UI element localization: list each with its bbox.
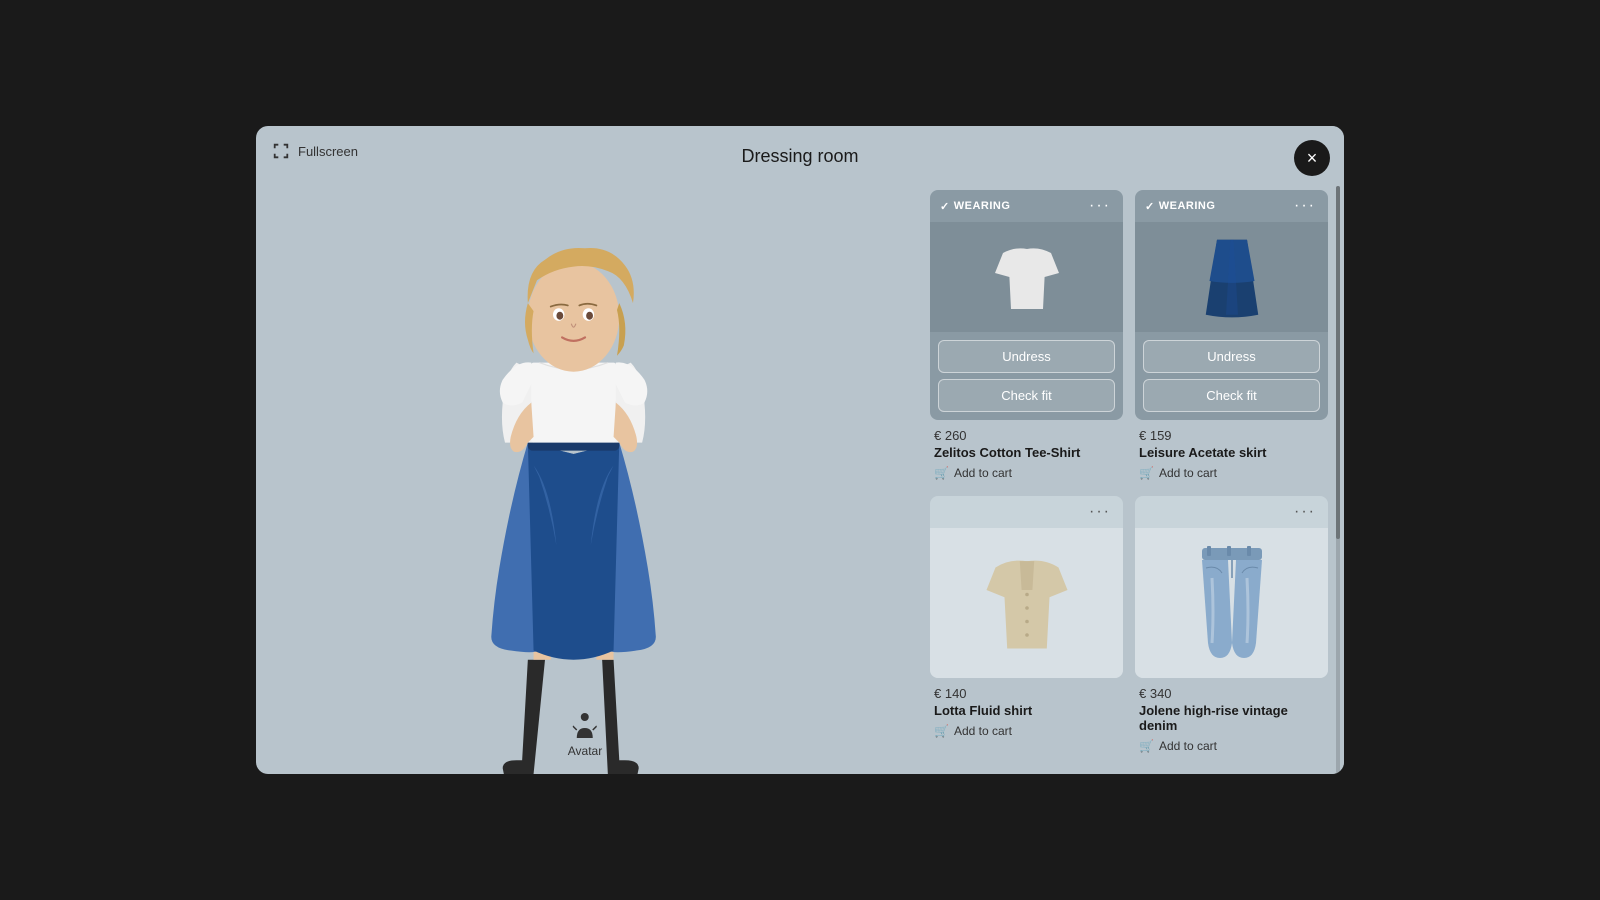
- undress-button-1[interactable]: Undress: [938, 340, 1115, 373]
- item-info-1: € 260 Zelitos Cotton Tee-Shirt 🛒 Add to …: [930, 420, 1123, 484]
- check-icon-1: ✓: [940, 200, 950, 213]
- cart-icon-4: 🛒: [1139, 739, 1154, 753]
- add-to-cart-button-1[interactable]: 🛒 Add to cart: [934, 466, 1012, 480]
- more-button-2[interactable]: ···: [1292, 198, 1318, 214]
- item-card-1: ✓ WEARING ··· Undress Check fit: [930, 190, 1123, 484]
- add-to-cart-button-2[interactable]: 🛒 Add to cart: [1139, 466, 1217, 480]
- close-button[interactable]: ×: [1294, 140, 1330, 176]
- add-to-cart-button-4[interactable]: 🛒 Add to cart: [1139, 739, 1217, 753]
- more-button-4[interactable]: ···: [1292, 504, 1318, 520]
- avatar-svg: [425, 214, 745, 774]
- check-fit-button-1[interactable]: Check fit: [938, 379, 1115, 412]
- item-name-3: Lotta Fluid shirt: [934, 703, 1119, 718]
- avatar-icon: [573, 710, 597, 740]
- item-price-2: € 159: [1139, 428, 1324, 443]
- avatar-label-container: Avatar: [568, 710, 602, 758]
- card-header-1: ✓ WEARING ···: [930, 190, 1123, 222]
- check-fit-button-2[interactable]: Check fit: [1143, 379, 1320, 412]
- add-to-cart-label-4: Add to cart: [1159, 739, 1217, 753]
- item-image-2: [1135, 222, 1328, 332]
- add-to-cart-label-3: Add to cart: [954, 724, 1012, 738]
- undress-button-2[interactable]: Undress: [1143, 340, 1320, 373]
- wearing-label-2: WEARING: [1159, 200, 1216, 212]
- cart-icon-2: 🛒: [1139, 466, 1154, 480]
- right-panel[interactable]: ✓ WEARING ··· Undress Check fit: [914, 126, 1344, 774]
- scroll-track[interactable]: [1336, 186, 1340, 774]
- item-info-3: € 140 Lotta Fluid shirt 🛒 Add to cart: [930, 678, 1123, 742]
- wearing-badge-1: ✓ WEARING: [940, 200, 1010, 213]
- item-price-1: € 260: [934, 428, 1119, 443]
- item-image-4: [1135, 528, 1328, 678]
- add-to-cart-label-2: Add to cart: [1159, 466, 1217, 480]
- items-grid: ✓ WEARING ··· Undress Check fit: [930, 190, 1328, 757]
- avatar-text-label: Avatar: [568, 744, 602, 758]
- cart-icon-3: 🛒: [934, 724, 949, 738]
- wearing-card-1: ✓ WEARING ··· Undress Check fit: [930, 190, 1123, 420]
- item-card-3: ···: [930, 496, 1123, 757]
- more-button-3[interactable]: ···: [1087, 504, 1113, 520]
- card-4: ···: [1135, 496, 1328, 678]
- item-price-3: € 140: [934, 686, 1119, 701]
- wearing-card-2: ✓ WEARING ··· Undress: [1135, 190, 1328, 420]
- item-card-4: ···: [1135, 496, 1328, 757]
- scroll-thumb: [1336, 186, 1340, 539]
- tshirt-svg: [987, 237, 1067, 317]
- card-header-4: ···: [1135, 496, 1328, 528]
- item-info-4: € 340 Jolene high-rise vintage denim 🛒 A…: [1135, 678, 1328, 757]
- item-name-1: Zelitos Cotton Tee-Shirt: [934, 445, 1119, 460]
- item-price-4: € 340: [1139, 686, 1324, 701]
- modal-title: Dressing room: [741, 146, 858, 167]
- item-image-3: [930, 528, 1123, 678]
- item-name-2: Leisure Acetate skirt: [1139, 445, 1324, 460]
- modal-header: Dressing room ×: [256, 126, 1344, 186]
- cart-icon-1: 🛒: [934, 466, 949, 480]
- wearing-badge-2: ✓ WEARING: [1145, 200, 1215, 213]
- dressing-room-modal: Dressing room × Fullscreen: [256, 126, 1344, 774]
- avatar-figure: [425, 214, 745, 774]
- wearing-label-1: WEARING: [954, 200, 1011, 212]
- card-header-2: ✓ WEARING ···: [1135, 190, 1328, 222]
- card-3: ···: [930, 496, 1123, 678]
- jeans-svg: [1192, 543, 1272, 663]
- avatar-panel: Fullscreen: [256, 126, 914, 774]
- item-actions-1: Undress Check fit: [930, 332, 1123, 420]
- shirt-svg: [982, 554, 1072, 653]
- skirt-svg: [1202, 236, 1262, 319]
- add-to-cart-label-1: Add to cart: [954, 466, 1012, 480]
- add-to-cart-button-3[interactable]: 🛒 Add to cart: [934, 724, 1012, 738]
- item-actions-2: Undress Check fit: [1135, 332, 1328, 420]
- card-header-3: ···: [930, 496, 1123, 528]
- check-icon-2: ✓: [1145, 200, 1155, 213]
- item-image-1: [930, 222, 1123, 332]
- more-button-1[interactable]: ···: [1087, 198, 1113, 214]
- item-card-2: ✓ WEARING ··· Undress: [1135, 190, 1328, 484]
- item-name-4: Jolene high-rise vintage denim: [1139, 703, 1324, 733]
- item-info-2: € 159 Leisure Acetate skirt 🛒 Add to car…: [1135, 420, 1328, 484]
